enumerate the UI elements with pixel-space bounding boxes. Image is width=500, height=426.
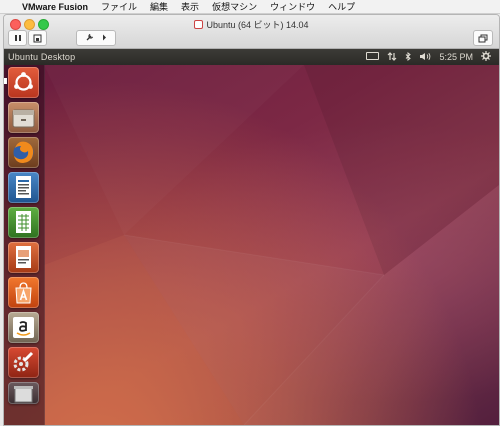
vm-icon bbox=[194, 20, 204, 29]
keyboard-indicator-icon[interactable] bbox=[366, 52, 380, 62]
amazon-icon bbox=[13, 317, 34, 338]
menu-virtual-machine[interactable]: 仮想マシン bbox=[212, 0, 257, 13]
trash-icon bbox=[14, 386, 33, 403]
active-indicator bbox=[4, 78, 7, 84]
volume-indicator-icon[interactable] bbox=[419, 52, 431, 63]
clock[interactable]: 5:25 PM bbox=[439, 52, 473, 62]
bluetooth-indicator-icon[interactable] bbox=[405, 51, 412, 63]
launcher-dash-home[interactable] bbox=[8, 67, 39, 98]
firefox-icon bbox=[13, 141, 34, 163]
panel-title: Ubuntu Desktop bbox=[8, 52, 76, 62]
snapshot-icon bbox=[33, 34, 42, 42]
document-icon bbox=[16, 176, 31, 198]
network-indicator-icon[interactable] bbox=[387, 51, 397, 63]
mac-menu-bar: VMware Fusion ファイル 編集 表示 仮想マシン ウィンドウ ヘルプ bbox=[0, 0, 500, 14]
launcher-libreoffice-calc[interactable] bbox=[8, 207, 39, 238]
unity-launcher bbox=[4, 65, 45, 425]
spreadsheet-icon bbox=[16, 211, 31, 233]
settings-wrench-icon bbox=[13, 351, 34, 372]
ubuntu-desktop-wallpaper[interactable] bbox=[4, 65, 499, 425]
snapshot-button[interactable] bbox=[28, 30, 47, 46]
ubuntu-logo-icon bbox=[14, 72, 33, 91]
menu-window[interactable]: ウィンドウ bbox=[270, 0, 315, 13]
menu-help[interactable]: ヘルプ bbox=[328, 0, 355, 13]
wrench-icon bbox=[85, 33, 94, 44]
menu-view[interactable]: 表示 bbox=[181, 0, 199, 13]
unity-view-button[interactable] bbox=[473, 30, 493, 46]
presentation-icon bbox=[16, 246, 31, 268]
system-gear-icon[interactable] bbox=[481, 51, 491, 63]
launcher-system-settings[interactable] bbox=[8, 347, 39, 378]
wallpaper-facets bbox=[44, 65, 499, 425]
launcher-software-center[interactable] bbox=[8, 277, 39, 308]
settings-dropdown-button[interactable] bbox=[76, 30, 116, 46]
ubuntu-top-panel: Ubuntu Desktop 5:25 PM bbox=[4, 49, 499, 65]
pause-vm-button[interactable] bbox=[8, 30, 27, 46]
window-titlebar: Ubuntu (64 ビット) 14.04 bbox=[4, 15, 499, 49]
pause-icon bbox=[14, 35, 21, 41]
shopping-bag-icon bbox=[15, 282, 32, 304]
window-overlap-icon bbox=[478, 34, 488, 42]
app-menu-vmware-fusion[interactable]: VMware Fusion bbox=[22, 2, 88, 12]
menu-file[interactable]: ファイル bbox=[101, 0, 137, 13]
menu-edit[interactable]: 編集 bbox=[150, 0, 168, 13]
chevron-right-icon bbox=[102, 34, 107, 43]
launcher-trash[interactable] bbox=[8, 382, 39, 404]
vmware-window: Ubuntu (64 ビット) 14.04 Ubuntu Desktop 5:2… bbox=[3, 14, 500, 426]
launcher-files[interactable] bbox=[8, 102, 39, 133]
launcher-libreoffice-impress[interactable] bbox=[8, 242, 39, 273]
vm-display[interactable]: Ubuntu Desktop 5:25 PM bbox=[4, 49, 499, 425]
file-cabinet-icon bbox=[12, 109, 35, 128]
launcher-libreoffice-writer[interactable] bbox=[8, 172, 39, 203]
launcher-firefox[interactable] bbox=[8, 137, 39, 168]
launcher-amazon[interactable] bbox=[8, 312, 39, 343]
